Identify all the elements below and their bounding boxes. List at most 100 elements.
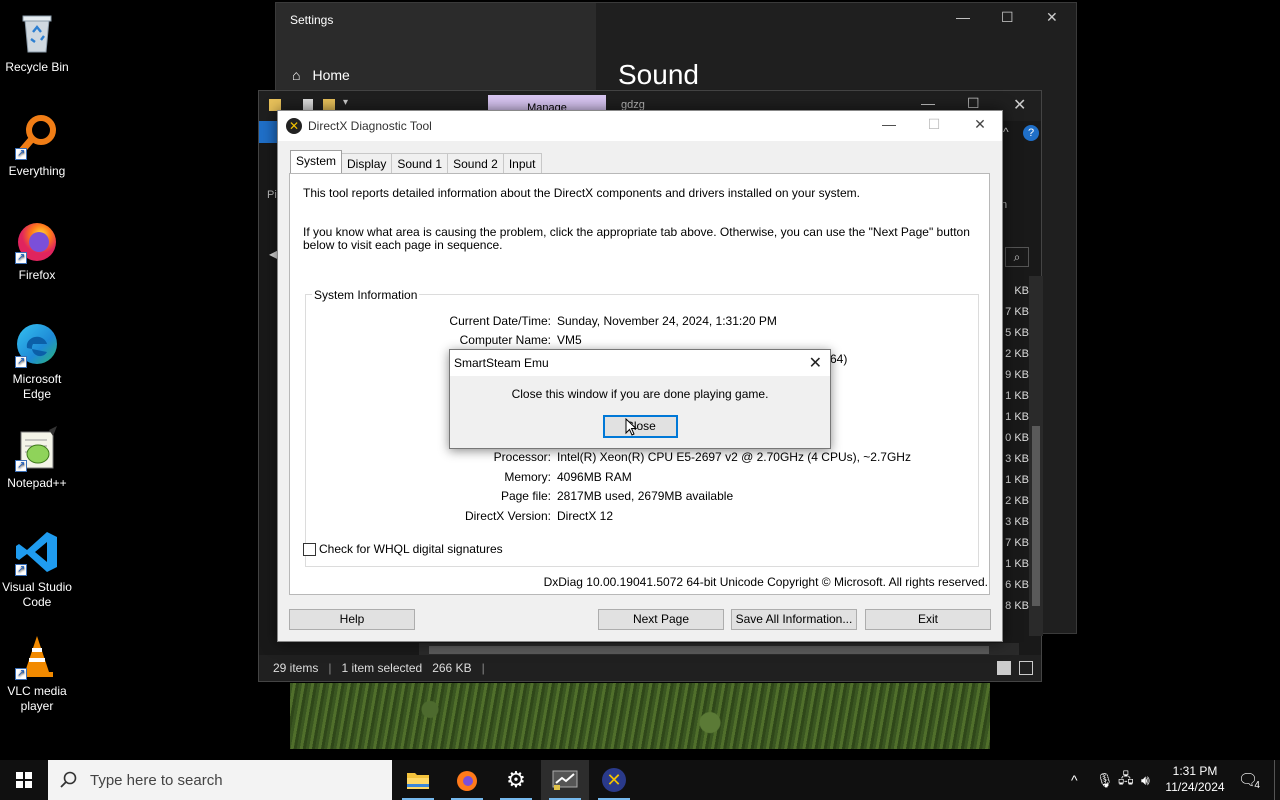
taskbar: Type here to search ⚙ ✕ ^ 🎙︎ 🖧︎ 🔊︎ 1:31 …: [0, 760, 1280, 800]
whql-checkbox[interactable]: Check for WHQL digital signatures: [303, 542, 503, 556]
help-icon[interactable]: ?: [1023, 125, 1039, 141]
taskbar-directx[interactable]: ✕: [590, 760, 638, 800]
info-row-directx-version: DirectX Version: DirectX 12: [306, 509, 980, 523]
settings-home-item[interactable]: ⌂ Home: [292, 67, 350, 83]
exit-button[interactable]: Exit: [865, 609, 991, 630]
help-button[interactable]: Help: [289, 609, 415, 630]
details-view-icon[interactable]: [997, 661, 1011, 675]
large-icons-view-icon[interactable]: [1019, 661, 1033, 675]
everything-icon: [13, 112, 61, 161]
status-item-count: 29 items: [273, 661, 319, 675]
desktop-icon-firefox[interactable]: Firefox: [0, 216, 74, 283]
scrollbar-thumb[interactable]: [1032, 426, 1040, 606]
info-key: Computer Name:: [459, 333, 551, 347]
dx-instructions-text: If you know what area is causing the pro…: [303, 225, 970, 252]
settings-title: Settings: [290, 13, 334, 27]
tab-display[interactable]: Display: [341, 153, 393, 173]
file-size-cell: 3 KB: [1005, 516, 1029, 528]
tab-sound-1[interactable]: Sound 1: [391, 153, 449, 173]
desktop-icon-recycle-bin[interactable]: Recycle Bin: [0, 8, 74, 75]
info-value: 2817MB used, 2679MB available: [557, 489, 734, 503]
volume-icon[interactable]: 🔊︎: [1141, 760, 1150, 800]
dx-maximize-button[interactable]: ☐: [919, 116, 949, 133]
info-row-computer-name: Computer Name: VM5: [306, 333, 980, 347]
mouse-cursor-icon: [625, 418, 637, 436]
dialog-message: Close this window if you are done playin…: [511, 387, 769, 401]
desktop-icon-everything[interactable]: Everything: [0, 112, 74, 179]
ribbon-expand-chevron-icon[interactable]: ^: [1003, 125, 1009, 139]
explorer-close-button[interactable]: ✕: [1013, 95, 1026, 115]
desktop-icon-vscode[interactable]: Visual Studio Code: [0, 528, 74, 610]
desktop-icon-edge[interactable]: Microsoft Edge: [0, 320, 74, 402]
tab-input[interactable]: Input: [502, 153, 542, 173]
vscode-icon: [13, 528, 61, 577]
shortcut-arrow-icon: [15, 146, 27, 161]
quick-access-dropdown-icon[interactable]: ▾: [343, 97, 348, 108]
start-button[interactable]: [0, 760, 48, 800]
taskbar-firefox[interactable]: [443, 760, 491, 800]
dialog-close-button[interactable]: Close: [603, 415, 678, 438]
firefox-icon: [457, 771, 477, 791]
desktop-icon-notepad-plus-plus[interactable]: Notepad++: [0, 424, 74, 491]
file-explorer-icon: [407, 773, 429, 789]
microphone-icon[interactable]: 🎙︎: [1096, 760, 1114, 800]
group-label: System Information: [312, 288, 420, 302]
file-size-cell: 1 KB: [1005, 390, 1029, 402]
file-size-cell: 0 KB: [1005, 432, 1029, 444]
notepad-plus-plus-icon: [13, 424, 61, 473]
file-size-cell: 2 KB: [1005, 348, 1029, 360]
info-row-page-file: Page file: 2817MB used, 2679MB available: [306, 489, 980, 503]
taskbar-smartsteam[interactable]: [541, 760, 589, 800]
dx-close-button[interactable]: ✕: [965, 116, 995, 133]
info-key: DirectX Version:: [464, 509, 551, 523]
info-key: Processor:: [493, 450, 551, 464]
tab-sound-2[interactable]: Sound 2: [447, 153, 504, 173]
desktop-icon-label: VLC media player: [7, 684, 67, 713]
checkbox-box[interactable]: [303, 542, 316, 556]
tab-system[interactable]: System: [290, 150, 343, 173]
next-page-button[interactable]: Next Page: [598, 609, 724, 630]
info-value: Intel(R) Xeon(R) CPU E5-2697 v2 @ 2.70GH…: [557, 450, 911, 464]
firefox-icon: [13, 216, 61, 265]
explorer-vertical-scrollbar[interactable]: [1029, 276, 1043, 636]
dx-intro-text: This tool reports detailed information a…: [303, 186, 860, 200]
taskbar-clock[interactable]: 1:31 PM 11/24/2024: [1160, 763, 1230, 795]
scrollbar-thumb[interactable]: [429, 646, 989, 654]
smartsteam-dialog: SmartSteam Emu ✕ Close this window if yo…: [449, 349, 831, 449]
network-icon[interactable]: 🖧︎: [1118, 760, 1134, 800]
dx-minimize-button[interactable]: —: [874, 116, 904, 132]
info-row-processor: Processor: Intel(R) Xeon(R) CPU E5-2697 …: [306, 450, 980, 464]
whql-checkbox-label: Check for WHQL digital signatures: [319, 542, 503, 556]
tray-show-hidden-icon[interactable]: ^: [1071, 760, 1078, 800]
clock-date: 11/24/2024: [1165, 780, 1225, 794]
info-key: Current Date/Time:: [449, 314, 551, 328]
shortcut-arrow-icon: [15, 666, 27, 681]
settings-minimize-button[interactable]: —: [956, 9, 970, 25]
explorer-minimize-button[interactable]: —: [921, 95, 935, 111]
settings-page-title: Sound: [618, 59, 699, 90]
dialog-close-icon[interactable]: ✕: [809, 353, 822, 373]
info-value: DirectX 12: [557, 509, 614, 523]
show-desktop-button[interactable]: [1274, 760, 1280, 800]
file-size-cell: 2 KB: [1005, 495, 1029, 507]
settings-close-button[interactable]: ✕: [1046, 9, 1058, 26]
notification-center-icon[interactable]: 🗨︎ 4: [1238, 760, 1260, 800]
notification-count-badge: 4: [1254, 779, 1260, 791]
vlc-icon: [13, 632, 61, 681]
shortcut-arrow-icon: [15, 562, 27, 577]
file-size-cell: 1 KB: [1005, 411, 1029, 423]
search-icon[interactable]: ⌕: [1005, 247, 1029, 267]
taskbar-settings[interactable]: ⚙: [492, 760, 540, 800]
desktop-icon-vlc[interactable]: VLC media player: [0, 632, 74, 714]
taskbar-search-box[interactable]: Type here to search: [48, 760, 392, 800]
taskbar-file-explorer[interactable]: [394, 760, 442, 800]
file-size-cell: 3 KB: [1005, 453, 1029, 465]
file-size-cell: 1 KB: [1005, 474, 1029, 486]
file-size-cell: KB: [1014, 285, 1029, 297]
settings-maximize-button[interactable]: ☐: [1001, 9, 1014, 26]
dx-tab-strip: System Display Sound 1 Sound 2 Input: [290, 150, 542, 173]
save-all-information-button[interactable]: Save All Information...: [731, 609, 857, 630]
info-key: Page file:: [500, 489, 551, 503]
search-icon: [60, 771, 77, 788]
smartsteam-icon: [552, 770, 578, 790]
